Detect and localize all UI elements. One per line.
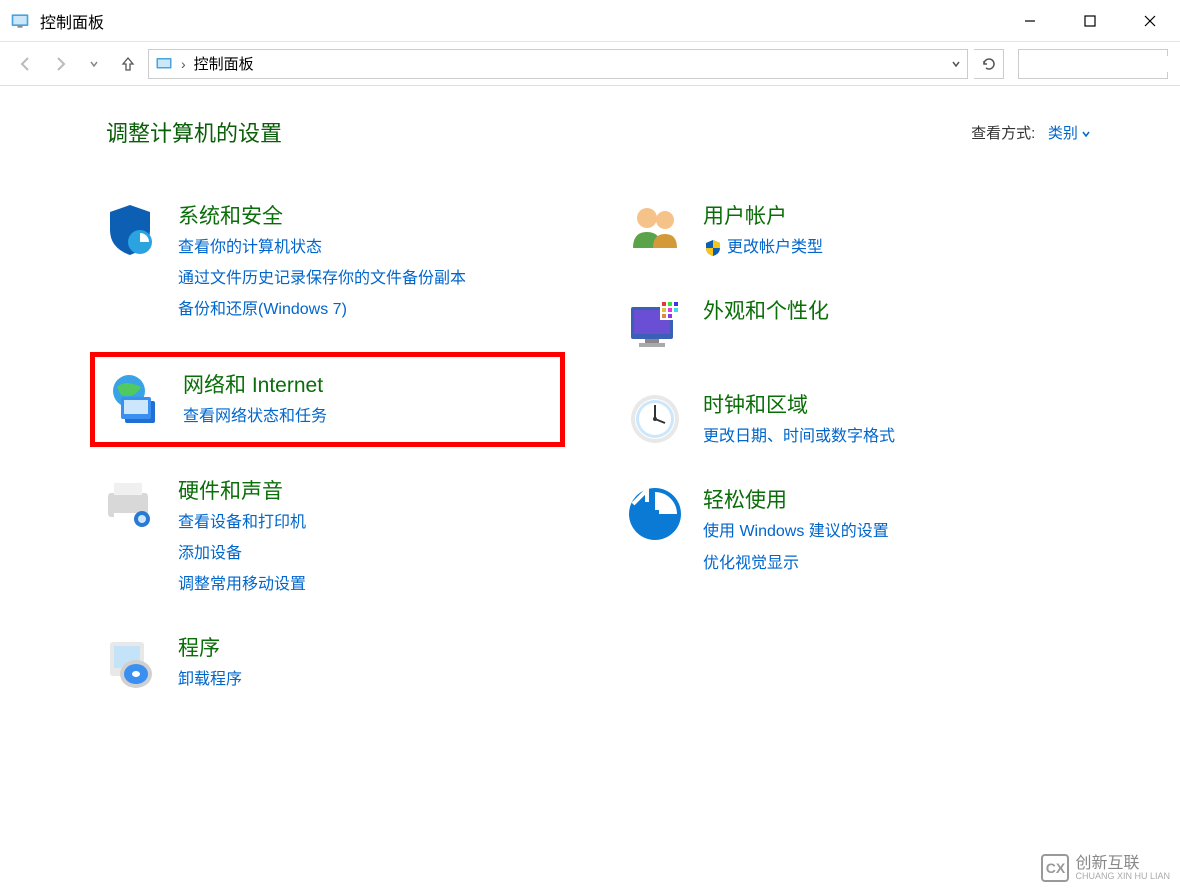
back-button[interactable] xyxy=(12,50,40,78)
category-link[interactable]: 优化视觉显示 xyxy=(703,550,889,577)
breadcrumb-item[interactable]: 控制面板 xyxy=(194,53,254,74)
window-title: 控制面板 xyxy=(40,9,104,33)
refresh-button[interactable] xyxy=(974,49,1004,79)
category-title[interactable]: 网络和 Internet xyxy=(183,369,327,399)
category-user-accounts: 用户帐户 更改帐户类型 xyxy=(615,194,1090,267)
printer-icon xyxy=(100,475,160,535)
view-by-control: 查看方式: 类别 xyxy=(971,122,1090,143)
category-link[interactable]: 卸载程序 xyxy=(178,666,242,693)
category-title[interactable]: 硬件和声音 xyxy=(178,475,306,505)
breadcrumb-separator: › xyxy=(181,56,186,72)
category-programs: 程序 卸载程序 xyxy=(90,626,565,699)
disc-icon xyxy=(100,632,160,692)
ease-icon xyxy=(625,484,685,544)
window-controls xyxy=(1000,0,1180,42)
search-input[interactable] xyxy=(1025,56,1180,72)
content-header: 调整计算机的设置 查看方式: 类别 xyxy=(90,116,1090,148)
category-title[interactable]: 时钟和区域 xyxy=(703,389,895,419)
right-column: 用户帐户 更改帐户类型 xyxy=(615,194,1090,700)
category-link[interactable]: 使用 Windows 建议的设置 xyxy=(703,518,889,545)
uac-shield-icon xyxy=(703,238,723,258)
page-title: 调整计算机的设置 xyxy=(106,116,282,148)
category-title[interactable]: 外观和个性化 xyxy=(703,295,829,325)
category-system-security: 系统和安全 查看你的计算机状态 通过文件历史记录保存你的文件备份副本 备份和还原… xyxy=(90,194,565,330)
category-link[interactable]: 调整常用移动设置 xyxy=(178,571,306,598)
category-link[interactable]: 查看网络状态和任务 xyxy=(183,403,327,430)
globe-icon xyxy=(105,369,165,429)
close-button[interactable] xyxy=(1120,0,1180,42)
category-link[interactable]: 通过文件历史记录保存你的文件备份副本 xyxy=(178,265,466,292)
content-area: 调整计算机的设置 查看方式: 类别 系统和安全 查看你的计算机状态 通过文件历史… xyxy=(0,86,1180,730)
category-link[interactable]: 查看设备和打印机 xyxy=(178,509,306,536)
watermark-main: 创新互联 xyxy=(1075,856,1170,872)
minimize-button[interactable] xyxy=(1000,0,1060,42)
search-box[interactable] xyxy=(1018,49,1168,79)
category-link[interactable]: 更改日期、时间或数字格式 xyxy=(703,423,895,450)
watermark-logo: CX xyxy=(1041,854,1069,882)
watermark: CX 创新互联 CHUANG XIN HU LIAN xyxy=(1041,854,1170,882)
category-ease-of-access: 轻松使用 使用 Windows 建议的设置 优化视觉显示 xyxy=(615,478,1090,582)
category-hardware-sound: 硬件和声音 查看设备和打印机 添加设备 调整常用移动设置 xyxy=(90,469,565,605)
category-title[interactable]: 程序 xyxy=(178,632,242,662)
forward-button[interactable] xyxy=(46,50,74,78)
maximize-button[interactable] xyxy=(1060,0,1120,42)
address-bar[interactable]: › 控制面板 xyxy=(148,49,968,79)
up-button[interactable] xyxy=(114,50,142,78)
category-network-internet: 网络和 Internet 查看网络状态和任务 xyxy=(90,352,565,447)
category-title[interactable]: 系统和安全 xyxy=(178,200,466,230)
shield-icon xyxy=(100,200,160,260)
category-link[interactable]: 更改帐户类型 xyxy=(703,234,823,261)
control-panel-icon xyxy=(10,11,30,31)
category-clock-region: 时钟和区域 更改日期、时间或数字格式 xyxy=(615,383,1090,456)
navbar: › 控制面板 xyxy=(0,42,1180,86)
category-appearance: 外观和个性化 xyxy=(615,289,1090,361)
clock-icon xyxy=(625,389,685,449)
address-dropdown-icon[interactable] xyxy=(951,56,961,72)
view-by-dropdown[interactable]: 类别 xyxy=(1048,125,1090,142)
category-title[interactable]: 轻松使用 xyxy=(703,484,889,514)
history-dropdown-button[interactable] xyxy=(80,50,108,78)
category-link[interactable]: 查看你的计算机状态 xyxy=(178,234,466,261)
category-columns: 系统和安全 查看你的计算机状态 通过文件历史记录保存你的文件备份副本 备份和还原… xyxy=(90,194,1090,700)
titlebar: 控制面板 xyxy=(0,0,1180,42)
control-panel-small-icon xyxy=(155,55,173,73)
watermark-sub: CHUANG XIN HU LIAN xyxy=(1075,872,1170,881)
category-link[interactable]: 添加设备 xyxy=(178,540,306,567)
desktop-icon xyxy=(625,295,685,355)
category-title[interactable]: 用户帐户 xyxy=(703,200,823,230)
category-link[interactable]: 备份和还原(Windows 7) xyxy=(178,296,466,323)
users-icon xyxy=(625,200,685,260)
view-by-label: 查看方式: xyxy=(971,125,1035,142)
left-column: 系统和安全 查看你的计算机状态 通过文件历史记录保存你的文件备份副本 备份和还原… xyxy=(90,194,565,700)
